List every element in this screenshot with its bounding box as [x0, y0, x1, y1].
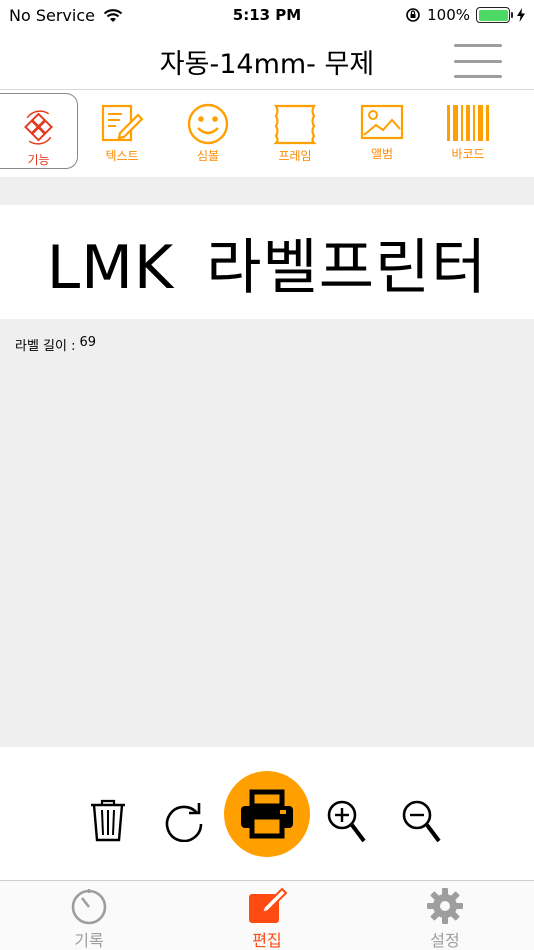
barcode-icon	[447, 105, 489, 141]
tab-edit[interactable]: 편집	[217, 887, 317, 950]
status-left: No Service	[9, 6, 123, 25]
label-length-info: 라벨 길이 : 69	[15, 335, 96, 354]
tool-album[interactable]: 앨범	[343, 91, 421, 169]
menu-line	[454, 44, 502, 47]
tab-bar: 기록 편집 설정	[0, 880, 534, 950]
tab-edit-label: 편집	[252, 931, 282, 950]
menu-line	[454, 59, 502, 63]
separator-strip	[0, 177, 534, 205]
label-text: LMK 라벨프린터	[46, 232, 488, 303]
clock-icon	[71, 889, 107, 925]
frame-icon	[273, 104, 317, 145]
tool-album-label: 앨범	[370, 147, 394, 161]
battery-icon	[476, 7, 513, 23]
hamburger-menu-icon[interactable]	[454, 44, 502, 78]
label-length-label: 라벨 길이 :	[15, 339, 76, 354]
zoom-in-button[interactable]	[326, 799, 368, 845]
tab-history-label: 기록	[74, 931, 104, 950]
wifi-icon	[103, 8, 123, 22]
nav-bar: 자동-14mm- 무제	[0, 30, 534, 90]
tab-settings[interactable]: 설정	[395, 887, 495, 950]
gear-icon	[427, 888, 463, 924]
tool-symbol[interactable]: 심볼	[169, 91, 247, 169]
tool-function-label: 기능	[27, 153, 50, 167]
tool-symbol-label: 심볼	[196, 149, 220, 163]
tab-settings-label: 설정	[430, 931, 460, 950]
status-bar: No Service 5:13 PM 100%	[0, 0, 534, 30]
rotation-lock-icon	[406, 8, 420, 22]
tool-barcode-label: 바코드	[451, 147, 485, 161]
label-preview[interactable]: LMK 라벨프린터	[0, 205, 534, 319]
status-right: 100%	[405, 6, 526, 24]
smiley-icon	[187, 103, 229, 145]
action-bar	[0, 747, 534, 880]
rotate-button[interactable]	[162, 799, 208, 843]
rotate-icon	[165, 803, 203, 842]
tool-text[interactable]: 텍스트	[83, 91, 161, 169]
tool-barcode[interactable]: 바코드	[429, 91, 507, 169]
print-button[interactable]	[224, 771, 310, 857]
tool-frame[interactable]: 프레임	[256, 91, 334, 169]
text-edit-icon	[101, 104, 144, 142]
edit-icon	[249, 887, 288, 923]
battery-percent: 100%	[427, 6, 470, 24]
charging-icon	[517, 8, 525, 22]
toolbar: 기능 텍스트 심볼 프레임 앨범 바코드	[0, 91, 534, 177]
image-icon	[360, 104, 404, 140]
tab-history[interactable]: 기록	[39, 887, 139, 950]
canvas-area: 라벨 길이 : 69	[0, 319, 534, 747]
label-length-value: 69	[79, 335, 97, 350]
tool-frame-label: 프레임	[278, 149, 312, 163]
battery-level	[478, 9, 508, 21]
menu-line	[454, 75, 502, 78]
tool-text-label: 텍스트	[105, 149, 139, 163]
printer-icon	[241, 789, 293, 839]
carrier-label: No Service	[9, 5, 95, 25]
trash-icon	[91, 799, 125, 842]
function-icon	[23, 110, 53, 145]
zoom-out-icon	[402, 800, 441, 843]
zoom-out-button[interactable]	[401, 799, 443, 845]
delete-button[interactable]	[86, 797, 130, 843]
tool-function[interactable]: 기능	[0, 93, 78, 169]
zoom-in-icon	[327, 800, 366, 843]
